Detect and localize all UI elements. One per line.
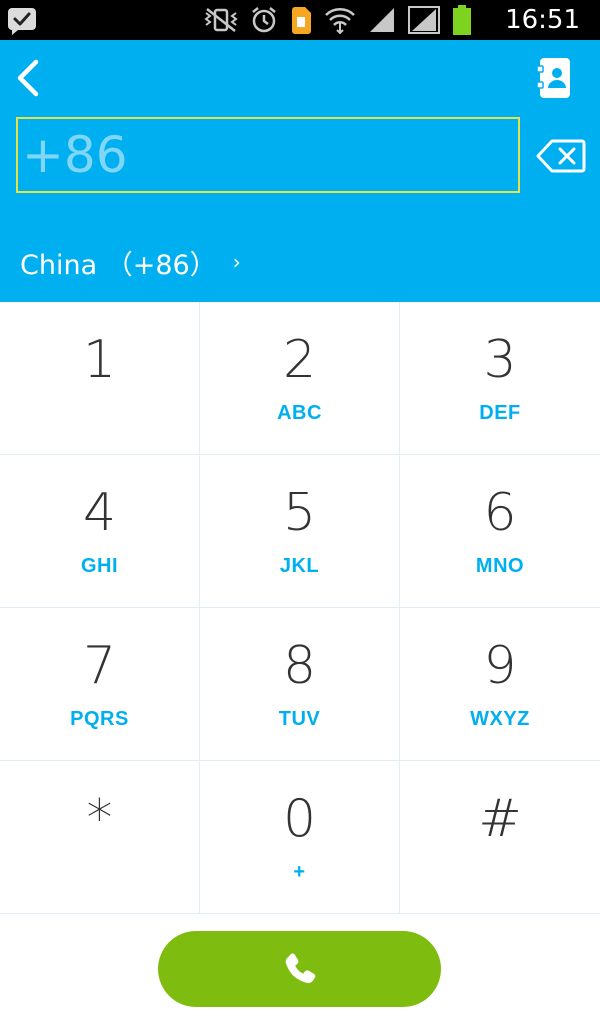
key-digit: 6	[483, 483, 517, 543]
battery-icon	[453, 5, 471, 35]
key-letters: +	[293, 861, 306, 883]
key-digit: 9	[483, 636, 517, 696]
dial-pad: 1 2 ABC 3 DEF 4 GHI 5 JKL 6 MNO 7 PQRS 8…	[0, 302, 600, 914]
key-0[interactable]: 0 +	[200, 761, 400, 914]
key-digit: 0	[282, 789, 317, 849]
key-digit: #	[478, 789, 522, 849]
key-digit: 2	[282, 330, 317, 390]
key-letters: MNO	[475, 555, 525, 577]
checkmark-bubble-icon	[8, 8, 36, 35]
key-letters: TUV	[278, 708, 321, 730]
key-1[interactable]: 1	[0, 302, 200, 455]
key-9[interactable]: 9 WXYZ	[400, 608, 600, 761]
key-hash[interactable]: #	[400, 761, 600, 914]
country-label: China （+86）	[20, 249, 217, 281]
status-bar: 16:51	[0, 0, 600, 40]
country-selector[interactable]: China （+86） ›	[20, 240, 241, 284]
key-digit: 8	[282, 636, 317, 696]
alarm-icon	[252, 7, 276, 33]
status-icons	[204, 4, 472, 36]
call-button[interactable]	[158, 931, 441, 1007]
contacts-book-icon[interactable]	[536, 56, 572, 100]
chevron-right-icon: ›	[232, 250, 241, 274]
key-5[interactable]: 5 JKL	[200, 455, 400, 608]
sim-card-icon	[292, 7, 311, 34]
key-6[interactable]: 6 MNO	[400, 455, 600, 608]
wifi-icon	[325, 8, 355, 34]
key-digit: *	[86, 789, 113, 849]
key-8[interactable]: 8 TUV	[200, 608, 400, 761]
key-letters: WXYZ	[470, 708, 530, 730]
key-letters: GHI	[80, 555, 119, 577]
key-letters: ABC	[277, 402, 322, 424]
signal-icon	[370, 8, 394, 32]
key-4[interactable]: 4 GHI	[0, 455, 200, 608]
key-7[interactable]: 7 PQRS	[0, 608, 200, 761]
phone-number-input[interactable]	[16, 117, 520, 193]
key-3[interactable]: 3 DEF	[400, 302, 600, 455]
key-star[interactable]: *	[0, 761, 200, 914]
vibrate-icon	[204, 8, 238, 32]
back-button[interactable]	[10, 56, 50, 100]
key-digit: 7	[82, 636, 117, 696]
key-digit: 3	[483, 330, 517, 390]
key-letters: JKL	[279, 555, 320, 577]
phone-icon	[285, 953, 316, 984]
key-2[interactable]: 2 ABC	[200, 302, 400, 455]
key-letters: PQRS	[70, 708, 129, 730]
key-letters: DEF	[479, 402, 521, 424]
key-digit: 5	[282, 483, 317, 543]
signal-icon	[408, 6, 440, 34]
dialer-header: China （+86） ›	[0, 40, 600, 302]
key-digit: 4	[82, 483, 117, 543]
key-digit: 1	[82, 330, 117, 390]
status-time: 16:51	[505, 5, 580, 35]
backspace-icon[interactable]	[536, 138, 586, 174]
